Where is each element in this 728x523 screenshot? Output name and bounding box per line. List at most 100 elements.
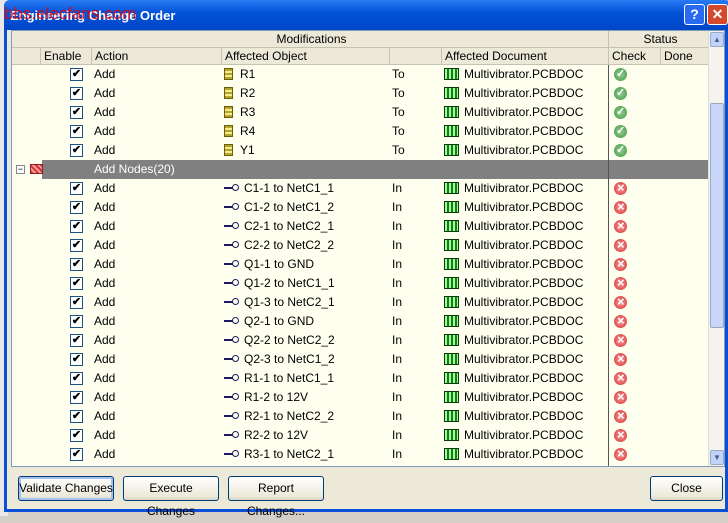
header-affected-object[interactable]: Affected Object [221, 48, 389, 65]
check-error-icon [614, 273, 627, 292]
close-window-button[interactable]: ✕ [707, 4, 728, 25]
table-row[interactable]: ✔ Add Y1 To Multivibrator.PCBDOC [12, 141, 709, 160]
table-row[interactable]: ✔ Add Q1-2 to NetC1_1 In Multivibrator.PCBDO… [12, 273, 709, 293]
enable-checkbox[interactable]: ✔ [70, 106, 83, 119]
check-error-icon [614, 387, 627, 406]
enable-checkbox[interactable]: ✔ [70, 334, 83, 347]
pcb-document-icon [444, 353, 459, 365]
scroll-up-icon[interactable]: ▲ [710, 32, 724, 47]
header-direction[interactable] [389, 48, 441, 65]
vertical-scrollbar[interactable]: ▲ ▼ [708, 31, 724, 466]
affected-object-text: Q2-3 to NetC1_2 [244, 352, 335, 366]
table-row[interactable]: ✔ Add R3-1 to NetC2_1 In Multivibrator.PCBDO… [12, 444, 709, 464]
header-done[interactable]: Done [660, 48, 709, 65]
direction-cell: In [392, 314, 403, 328]
table-row[interactable]: ✔ Add R4 To Multivibrator.PCBDOC [12, 122, 709, 141]
table-row[interactable]: ✔ Add R1 To Multivibrator.PCBDOC [12, 65, 709, 84]
table-row[interactable]: ✔ Add Q1-3 to NetC2_1 In Multivibrator.PCBDO… [12, 292, 709, 312]
affected-document-text: Multivibrator.PCBDOC [464, 295, 584, 309]
enable-checkbox[interactable]: ✔ [70, 372, 83, 385]
enable-checkbox[interactable]: ✔ [70, 220, 83, 233]
affected-document-cell: Multivibrator.PCBDOC [444, 122, 583, 141]
enable-checkbox[interactable]: ✔ [70, 429, 83, 442]
enable-checkbox[interactable]: ✔ [70, 296, 83, 309]
enable-checkbox[interactable]: ✔ [70, 410, 83, 423]
action-cell: Add [94, 409, 116, 423]
affected-document-cell: Multivibrator.PCBDOC [444, 179, 583, 198]
direction-cell: In [392, 181, 403, 195]
table-row[interactable]: ✔ Add R2-2 to 12V In Multivibrator.PCBDOC [12, 425, 709, 445]
affected-object-text: R3 [240, 105, 256, 119]
check-error-icon [614, 368, 627, 387]
enable-checkbox[interactable]: ✔ [70, 201, 83, 214]
direction-cell: To [392, 105, 405, 119]
action-cell: Add [94, 143, 116, 157]
enable-checkbox[interactable]: ✔ [70, 144, 83, 157]
enable-checkbox[interactable]: ✔ [70, 277, 83, 290]
done-cell [662, 407, 709, 426]
pcb-document-icon [444, 296, 459, 308]
pin-icon [224, 450, 239, 458]
pin-icon [224, 412, 239, 420]
table-row[interactable]: ✔ Add R3 To Multivibrator.PCBDOC [12, 103, 709, 122]
check-cell [610, 216, 660, 236]
enable-checkbox[interactable]: ✔ [70, 258, 83, 271]
action-cell: Add [94, 333, 116, 347]
execute-changes-button[interactable]: Execute Changes [123, 476, 219, 518]
component-icon [224, 68, 233, 80]
enable-checkbox[interactable]: ✔ [70, 182, 83, 195]
table-row[interactable]: ✔ Add Q1-1 to GND In Multivibrator.PCBDOC [12, 254, 709, 274]
affected-document-cell: Multivibrator.PCBDOC [444, 84, 583, 103]
pcb-document-icon [444, 258, 459, 270]
affected-object-text: C2-2 to NetC2_2 [244, 238, 335, 252]
validate-changes-button[interactable]: Validate Changes [18, 476, 114, 501]
enable-checkbox[interactable]: ✔ [70, 68, 83, 81]
table-row[interactable]: ✔ Add C2-2 to NetC2_2 In Multivibrator.PCBDO… [12, 235, 709, 255]
table-row[interactable]: ✔ Add Q2-3 to NetC1_2 In Multivibrator.PCBDO… [12, 349, 709, 369]
action-cell: Add [94, 200, 116, 214]
pin-icon [224, 393, 239, 401]
component-icon [224, 125, 233, 137]
title-bar[interactable]: Engineering Change Order bbs.elecfans.co… [4, 0, 728, 30]
collapse-toggle-icon[interactable]: − [16, 165, 25, 174]
table-row[interactable]: ✔ Add C2-1 to NetC2_1 In Multivibrator.PCBDO… [12, 216, 709, 236]
affected-object-cell: Q1-1 to GND [224, 255, 314, 274]
affected-document-cell: Multivibrator.PCBDOC [444, 312, 583, 331]
pcb-document-icon [444, 429, 459, 441]
enable-checkbox[interactable]: ✔ [70, 125, 83, 138]
report-changes-button[interactable]: Report Changes... [228, 476, 324, 518]
affected-object-text: Q1-2 to NetC1_1 [244, 276, 335, 290]
help-button[interactable]: ? [684, 4, 705, 25]
pin-icon [224, 431, 239, 439]
table-row[interactable]: ✔ Add C1-1 to NetC1_1 In Multivibrator.PCBDO… [12, 178, 709, 198]
table-row[interactable]: ✔ Add Q2-1 to GND In Multivibrator.PCBDOC [12, 311, 709, 331]
enable-checkbox[interactable]: ✔ [70, 353, 83, 366]
table-row[interactable]: ✔ Add R2 To Multivibrator.PCBDOC [12, 84, 709, 103]
close-button[interactable]: Close [650, 476, 723, 501]
enable-checkbox[interactable]: ✔ [70, 315, 83, 328]
header-enable[interactable]: Enable [40, 48, 91, 65]
enable-checkbox[interactable]: ✔ [70, 391, 83, 404]
direction-cell: In [392, 371, 403, 385]
enable-checkbox[interactable]: ✔ [70, 239, 83, 252]
enable-checkbox[interactable]: ✔ [70, 448, 83, 461]
affected-object-cell: Q2-3 to NetC1_2 [224, 350, 335, 369]
affected-object-cell: R3 [224, 103, 255, 122]
header-check[interactable]: Check [608, 48, 660, 65]
table-row[interactable]: ✔ Add R1-1 to NetC1_1 In Multivibrator.PCBDO… [12, 368, 709, 388]
scroll-down-icon[interactable]: ▼ [710, 450, 724, 465]
header-action[interactable]: Action [91, 48, 221, 65]
affected-document-text: Multivibrator.PCBDOC [464, 181, 584, 195]
group-row[interactable]: − Add Nodes(20) [12, 160, 709, 179]
enable-checkbox[interactable]: ✔ [70, 87, 83, 100]
component-icon [224, 106, 233, 118]
table-row[interactable]: ✔ Add C1-2 to NetC1_2 In Multivibrator.PCBDO… [12, 197, 709, 217]
check-error-icon [614, 349, 627, 368]
table-row[interactable]: ✔ Add Q2-2 to NetC2_2 In Multivibrator.PCBDO… [12, 330, 709, 350]
pin-icon [224, 317, 239, 325]
table-row[interactable]: ✔ Add R1-2 to 12V In Multivibrator.PCBDOC [12, 387, 709, 407]
table-row[interactable]: ✔ Add R2-1 to NetC2_2 In Multivibrator.PCBDO… [12, 406, 709, 426]
header-affected-document[interactable]: Affected Document [441, 48, 608, 65]
scroll-thumb[interactable] [710, 103, 724, 328]
affected-object-text: R1-1 to NetC1_1 [244, 371, 335, 385]
